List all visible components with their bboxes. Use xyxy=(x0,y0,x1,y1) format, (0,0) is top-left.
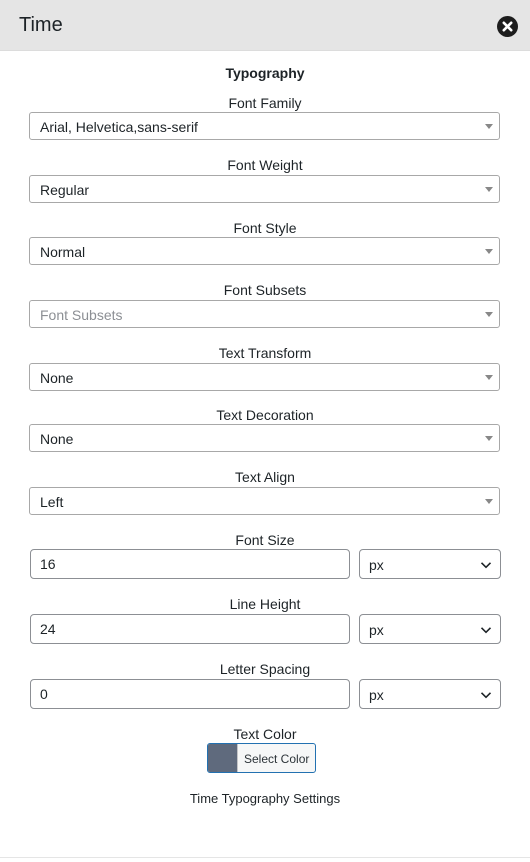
font-subsets-select[interactable]: Font Subsets xyxy=(29,300,500,328)
letter-spacing-input[interactable] xyxy=(30,679,350,709)
font-style-select[interactable]: Normal xyxy=(29,237,500,265)
font-style-value: Normal xyxy=(40,244,86,260)
modal-header: Time xyxy=(0,0,530,51)
color-swatch xyxy=(208,744,238,772)
caret-down-icon xyxy=(485,312,493,317)
caret-down-icon xyxy=(485,375,493,380)
text-decoration-select[interactable]: None xyxy=(29,424,500,452)
letter-spacing-unit-select[interactable]: px xyxy=(359,679,501,709)
text-transform-select[interactable]: None xyxy=(29,363,500,391)
text-color-label: Text Color xyxy=(233,726,297,742)
text-decoration-value: None xyxy=(40,431,74,447)
chevron-down-icon xyxy=(480,627,492,634)
modal-title: Time xyxy=(19,14,63,36)
close-button[interactable] xyxy=(497,16,518,37)
caret-down-icon xyxy=(485,187,493,192)
line-height-input[interactable] xyxy=(30,614,350,644)
line-height-unit-value: px xyxy=(369,622,384,638)
font-size-unit-value: px xyxy=(369,557,384,573)
font-weight-select[interactable]: Regular xyxy=(29,175,500,203)
caret-down-icon xyxy=(485,436,493,441)
settings-description: Time Typography Settings xyxy=(189,791,341,806)
text-transform-label: Text Transform xyxy=(218,345,312,361)
section-title: Typography xyxy=(225,65,305,81)
text-transform-value: None xyxy=(40,370,74,386)
font-family-select[interactable]: Arial, Helvetica,sans-serif xyxy=(29,112,500,140)
select-color-label: Select Color xyxy=(244,752,310,766)
font-subsets-placeholder: Font Subsets xyxy=(40,307,123,323)
divider xyxy=(0,857,530,858)
font-weight-value: Regular xyxy=(40,182,90,198)
letter-spacing-unit-value: px xyxy=(369,687,384,703)
font-family-label: Font Family xyxy=(228,95,302,111)
select-color-button[interactable]: Select Color xyxy=(207,743,316,773)
font-size-unit-select[interactable]: px xyxy=(359,549,501,579)
font-family-value: Arial, Helvetica,sans-serif xyxy=(40,119,198,135)
text-align-label: Text Align xyxy=(235,469,295,485)
text-align-value: Left xyxy=(40,494,64,510)
caret-down-icon xyxy=(485,124,493,129)
font-size-input[interactable] xyxy=(30,549,350,579)
line-height-unit-select[interactable]: px xyxy=(359,614,501,644)
caret-down-icon xyxy=(485,249,493,254)
text-decoration-label: Text Decoration xyxy=(216,407,314,423)
font-weight-label: Font Weight xyxy=(227,157,303,173)
chevron-down-icon xyxy=(480,692,492,699)
line-height-label: Line Height xyxy=(229,596,301,612)
font-subsets-label: Font Subsets xyxy=(223,282,307,298)
caret-down-icon xyxy=(485,499,493,504)
letter-spacing-label: Letter Spacing xyxy=(219,661,311,677)
text-align-select[interactable]: Left xyxy=(29,487,500,515)
font-size-label: Font Size xyxy=(235,532,295,548)
chevron-down-icon xyxy=(480,562,492,569)
close-icon xyxy=(502,21,513,32)
font-style-label: Font Style xyxy=(233,220,297,236)
